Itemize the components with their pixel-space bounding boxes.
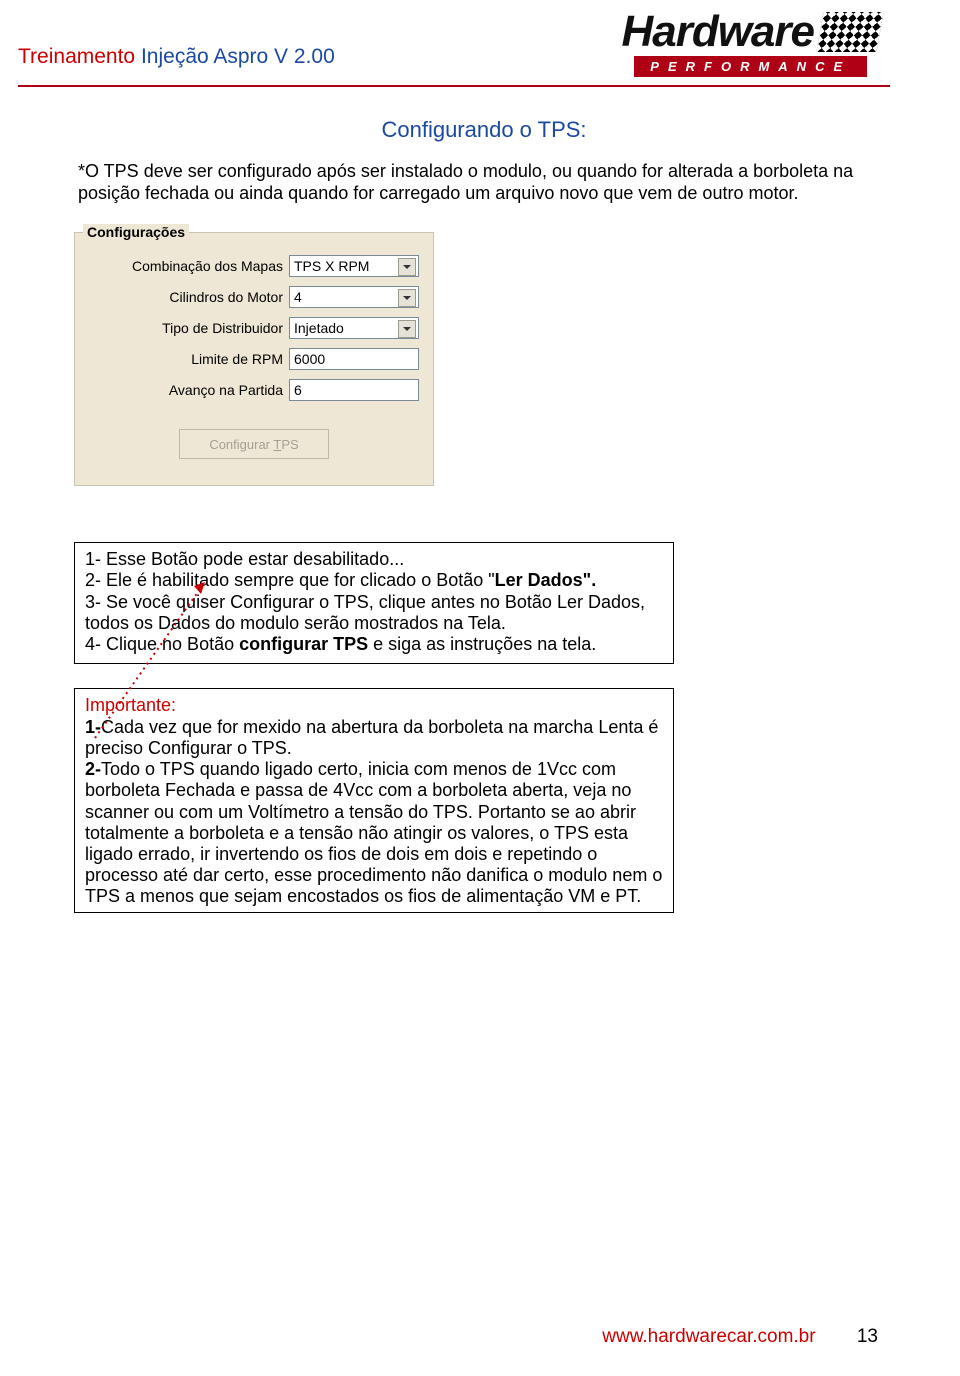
chevron-down-icon[interactable] (398, 289, 416, 307)
logo-subtitle: PERFORMANCE (634, 56, 867, 77)
page-header: Treinamento Injeção Aspro V 2.00 Hardwar… (0, 0, 960, 77)
label-avanco: Avanço na Partida (169, 382, 283, 398)
field-limite: Limite de RPM (89, 348, 419, 370)
value-cilindros: 4 (294, 289, 302, 305)
chevron-down-icon[interactable] (398, 258, 416, 276)
label-cilindros: Cilindros do Motor (169, 289, 283, 305)
btn-label-prefix: Configurar (209, 437, 273, 452)
note-line-1: 1- Esse Botão pode estar desabilitado... (85, 549, 663, 570)
combo-distribuidor[interactable]: Injetado (289, 317, 419, 339)
checkered-flag-icon (816, 12, 883, 52)
important-title: Importante: (85, 695, 663, 716)
label-limite: Limite de RPM (191, 351, 283, 367)
title-prefix: Treinamento (18, 45, 135, 68)
brand-logo: Hardware PERFORMANCE (621, 10, 880, 77)
panel-legend: Configurações (83, 224, 189, 240)
note-line-3: 3- Se você quiser Configurar o TPS, cliq… (85, 592, 663, 634)
value-distribuidor: Injetado (294, 320, 344, 336)
field-avanco: Avanço na Partida (89, 379, 419, 401)
btn-label-suffix: PS (281, 437, 298, 452)
logo-word: Hardware (621, 10, 814, 54)
chevron-down-icon[interactable] (398, 320, 416, 338)
combo-cilindros[interactable]: 4 (289, 286, 419, 308)
combo-combinacao[interactable]: TPS X RPM (289, 255, 419, 277)
label-combinacao: Combinação dos Mapas (132, 258, 283, 274)
intro-paragraph: *O TPS deve ser configurado após ser ins… (78, 161, 890, 204)
content-area: Configurando o TPS: *O TPS deve ser conf… (0, 87, 960, 913)
value-combinacao: TPS X RPM (294, 258, 369, 274)
logo-text-row: Hardware (621, 10, 880, 54)
page-footer: www.hardwarecar.com.br 13 (602, 1326, 878, 1348)
note-line-2: 2- Ele é habilitado sempre que for clica… (85, 570, 663, 591)
doc-title: Treinamento Injeção Aspro V 2.00 (18, 45, 335, 77)
field-combinacao: Combinação dos Mapas TPS X RPM (89, 255, 419, 277)
field-cilindros: Cilindros do Motor 4 (89, 286, 419, 308)
important-box: Importante: 1-Cada vez que for mexido na… (74, 688, 674, 913)
configurar-tps-button[interactable]: Configurar TPS (179, 429, 329, 459)
important-p1: 1-Cada vez que for mexido na abertura da… (85, 717, 663, 759)
section-title: Configurando o TPS: (78, 117, 890, 143)
config-panel: Configurações Combinação dos Mapas TPS X… (74, 232, 434, 486)
note-line-4: 4- Clique no Botão configurar TPS e siga… (85, 634, 663, 655)
footer-url: www.hardwarecar.com.br (602, 1326, 815, 1347)
page-number: 13 (857, 1326, 878, 1347)
notes-box: 1- Esse Botão pode estar desabilitado...… (74, 542, 674, 664)
label-distribuidor: Tipo de Distribuidor (162, 320, 283, 336)
title-main: Injeção Aspro V 2.00 (141, 45, 335, 68)
field-distribuidor: Tipo de Distribuidor Injetado (89, 317, 419, 339)
input-avanco[interactable] (289, 379, 419, 401)
input-limite-rpm[interactable] (289, 348, 419, 370)
important-p2: 2-Todo o TPS quando ligado certo, inicia… (85, 759, 663, 908)
